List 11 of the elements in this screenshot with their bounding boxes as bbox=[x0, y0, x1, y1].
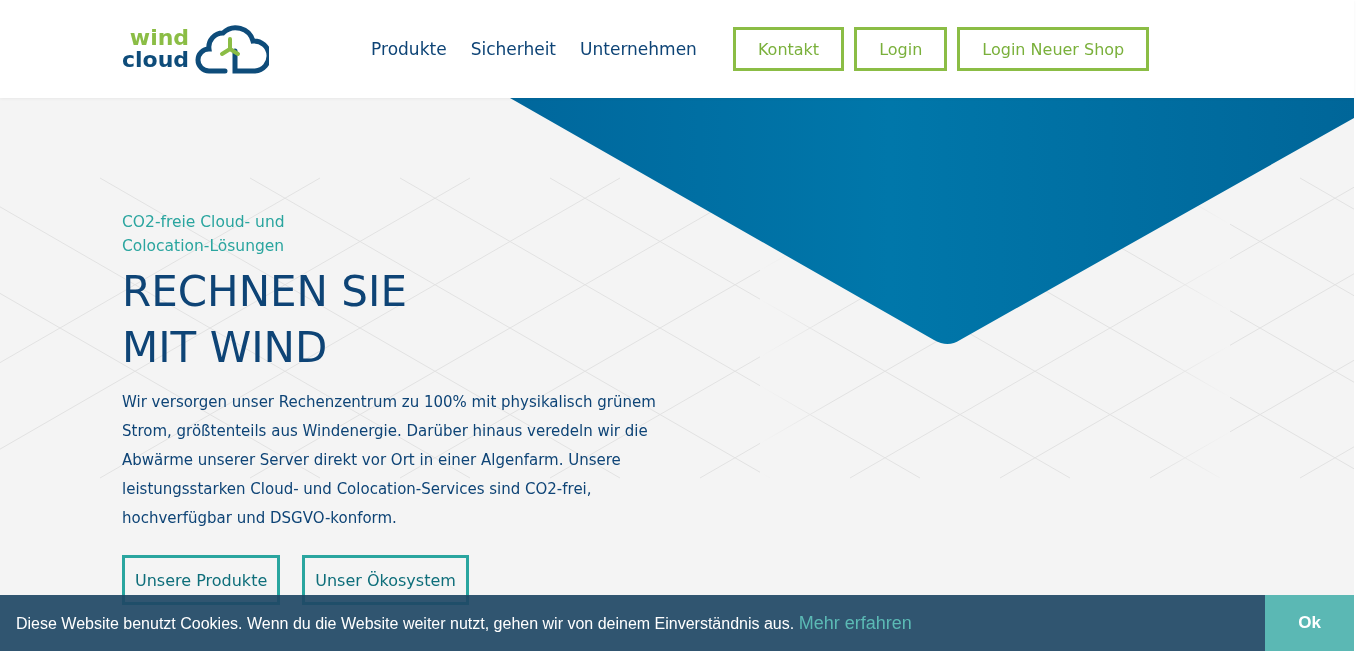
cookie-text: Diese Website benutzt Cookies. Wenn du die Website weiter nutzt, gehen wir von deinem Einverständnis aus. Mehr erfahren bbox=[15, 612, 913, 634]
logo-text: cloud bbox=[122, 49, 190, 71]
hero-title: RECHNEN SIE MIT WIND bbox=[122, 266, 408, 374]
nav-link[interactable]: Sicherheit bbox=[470, 39, 557, 59]
hero-kicker: CO2-freie Cloud- und Colocation-Lösungen bbox=[122, 212, 286, 257]
cloud-turbine-icon bbox=[195, 23, 270, 75]
logo-text: wind bbox=[129, 27, 190, 49]
nav-link[interactable]: Produkte bbox=[371, 39, 447, 59]
nav-link[interactable]: Unternehmen bbox=[580, 39, 697, 59]
hero-text: Wir versorgen unser Rechenzentrum zu 100% mit physikalisch grünem Strom, größtenteils aus Windenergie. Darüber hinaus veredeln wir die Abwärme unserer Server direkt vor Ort in einer Algenfarm. Unsere leistungsstarken Cloud- und Colocation-Services sind CO2-frei, hochverfügbar und DSGVO-konform. bbox=[122, 392, 657, 529]
more-link[interactable]: Mehr erfahren bbox=[798, 612, 912, 633]
